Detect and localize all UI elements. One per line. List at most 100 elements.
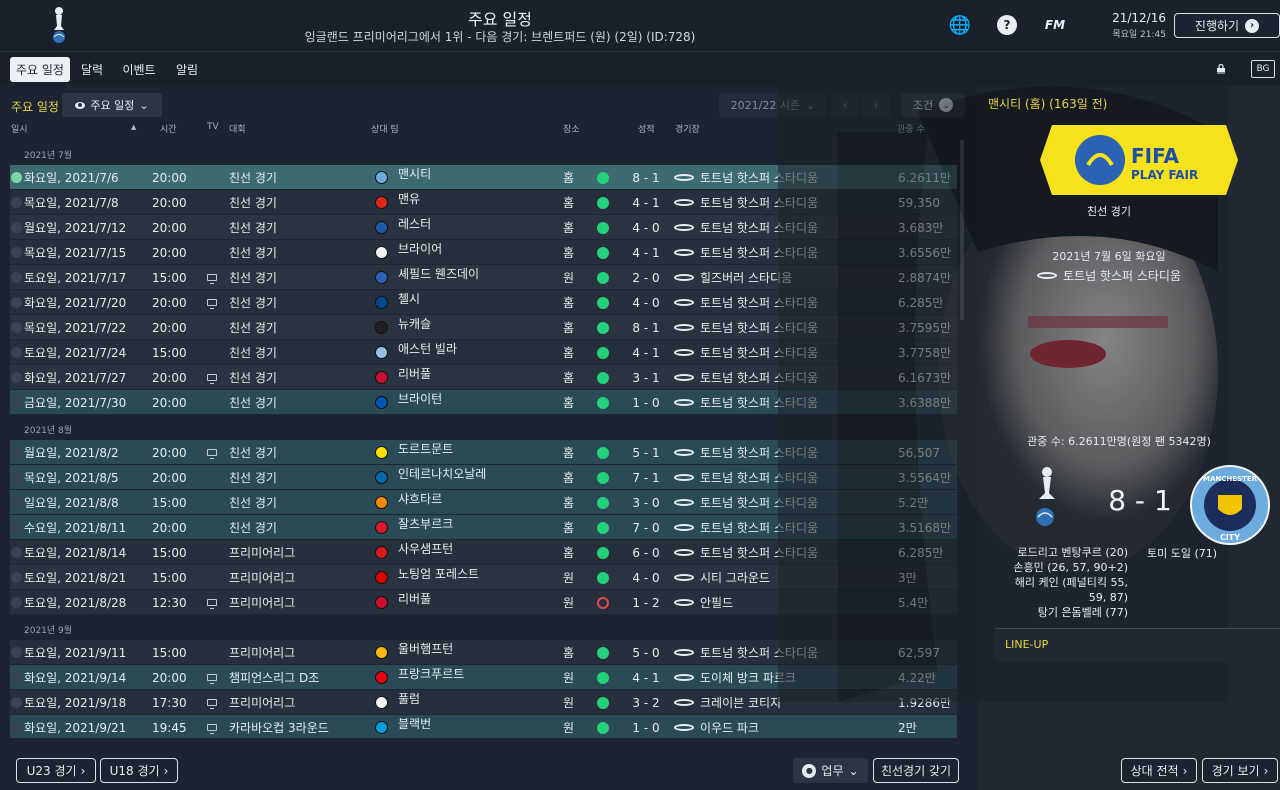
fixture-score[interactable]: 6 - 0	[626, 540, 666, 565]
fixture-opponent[interactable]: 도르트문트	[398, 436, 453, 461]
u23-matches-button[interactable]: U23 경기 ›	[16, 758, 96, 783]
fixture-competition[interactable]: 친선 경기	[229, 490, 277, 515]
select-checkbox[interactable]	[10, 490, 22, 515]
fixture-score[interactable]: 7 - 1	[626, 465, 666, 490]
select-checkbox[interactable]	[10, 565, 22, 590]
select-checkbox[interactable]	[10, 290, 22, 315]
fixture-opponent[interactable]: 첼시	[398, 286, 420, 311]
select-checkbox[interactable]	[10, 690, 22, 715]
fixture-competition[interactable]: 친선 경기	[229, 465, 277, 490]
fixture-opponent[interactable]: 샤흐타르	[398, 486, 442, 511]
select-checkbox[interactable]	[10, 265, 22, 290]
fixture-row[interactable]: 토요일, 2021/7/17 15:00 친선 경기 셰필드 웬즈데이 원 2 - 0 힐즈…	[10, 265, 957, 290]
fixture-opponent[interactable]: 맨시티	[398, 161, 431, 186]
arrange-friendly-button[interactable]: 친선경기 갖기	[873, 758, 959, 783]
view-dropdown[interactable]: 주요 일정 ⌄	[62, 93, 162, 117]
fixture-competition[interactable]: 친선 경기	[229, 515, 277, 540]
select-checkbox[interactable]	[10, 390, 22, 415]
fixture-competition[interactable]: 프리미어리그	[229, 690, 295, 715]
fixture-opponent[interactable]: 뉴캐슬	[398, 311, 431, 336]
sort-asc-icon[interactable]: ▲	[131, 123, 136, 131]
select-checkbox[interactable]	[10, 365, 22, 390]
fixture-row[interactable]: 목요일, 2021/8/5 20:00 친선 경기 인테르나치오날레 홈 7 - 1 토트넘…	[10, 465, 957, 490]
fixture-row[interactable]: 토요일, 2021/9/11 15:00 프리미어리그 울버햄프턴 홈 5 - 0 토트넘 …	[10, 640, 957, 665]
fixture-score[interactable]: 4 - 1	[626, 340, 666, 365]
fixture-score[interactable]: 3 - 0	[626, 490, 666, 515]
fixture-row[interactable]: 화요일, 2021/9/21 19:45 카라바오컵 3라운드 블랙번 원 1 - 0 이우…	[10, 715, 957, 738]
fixture-competition[interactable]: 친선 경기	[229, 190, 277, 215]
scrollbar[interactable]	[960, 140, 964, 320]
u18-matches-button[interactable]: U18 경기 ›	[100, 758, 178, 783]
fixture-competition[interactable]: 프리미어리그	[229, 565, 295, 590]
fixture-row[interactable]: 토요일, 2021/7/24 15:00 친선 경기 애스턴 빌라 홈 4 - 1 토트넘 …	[10, 340, 957, 365]
fixture-row[interactable]: 토요일, 2021/9/18 17:30 프리미어리그 풀럼 원 3 - 2 크레이븐 코티…	[10, 690, 957, 715]
select-checkbox[interactable]	[10, 515, 22, 540]
fixture-score[interactable]: 8 - 1	[626, 315, 666, 340]
fixture-competition[interactable]: 친선 경기	[229, 390, 277, 415]
tab-alerts[interactable]: 알림	[170, 57, 204, 82]
fixture-score[interactable]: 1 - 2	[626, 590, 666, 615]
fixture-opponent[interactable]: 리버풀	[398, 361, 431, 386]
fixture-row[interactable]: 토요일, 2021/8/21 15:00 프리미어리그 노팅엄 포레스트 원 4 - 0시…	[10, 565, 957, 590]
fixture-competition[interactable]: 프리미어리그	[229, 540, 295, 565]
fixture-row[interactable]: 토요일, 2021/8/14 15:00 프리미어리그 사우샘프턴 홈 6 - 0 토트넘 …	[10, 540, 957, 565]
fixture-opponent[interactable]: 풀럼	[398, 686, 420, 711]
next-season-button[interactable]: ›	[862, 93, 890, 117]
fixture-score[interactable]: 4 - 0	[626, 290, 666, 315]
fixture-competition[interactable]: 프리미어리그	[229, 590, 295, 615]
select-checkbox[interactable]	[10, 440, 22, 465]
column-opponent[interactable]: 상대 팀	[371, 122, 399, 135]
fixture-score[interactable]: 2 - 0	[626, 265, 666, 290]
fixture-competition[interactable]: 카라바오컵 3라운드	[229, 715, 329, 738]
fixture-opponent[interactable]: 노팅엄 포레스트	[398, 561, 479, 586]
select-checkbox[interactable]	[10, 465, 22, 490]
help-icon[interactable]: ?	[997, 15, 1017, 35]
fixture-row[interactable]: 목요일, 2021/7/15 20:00 친선 경기 브라이어 홈 4 - 1 토트넘 핫스…	[10, 240, 957, 265]
select-checkbox[interactable]	[10, 215, 22, 240]
fixture-score[interactable]: 3 - 2	[626, 690, 666, 715]
fixture-competition[interactable]: 친선 경기	[229, 315, 277, 340]
fixture-score[interactable]: 8 - 1	[626, 165, 666, 190]
fixture-score[interactable]: 4 - 1	[626, 665, 666, 690]
select-checkbox[interactable]	[10, 340, 22, 365]
column-date[interactable]: 일시	[11, 122, 28, 135]
fixture-opponent[interactable]: 브라이어	[398, 236, 442, 261]
fixture-row[interactable]: 화요일, 2021/9/14 20:00 챔피언스리그 D조 프랑크푸르트 원 4 - 1…	[10, 665, 957, 690]
fixture-score[interactable]: 5 - 1	[626, 440, 666, 465]
fixture-competition[interactable]: 프리미어리그	[229, 640, 295, 665]
tab-calendar[interactable]: 달력	[74, 57, 110, 82]
column-time[interactable]: 시간	[160, 122, 177, 135]
fixture-score[interactable]: 5 - 0	[626, 640, 666, 665]
fixture-row[interactable]: 금요일, 2021/7/30 20:00 친선 경기 브라이턴 홈 1 - 0 토트넘 핫스…	[10, 390, 957, 415]
fixture-opponent[interactable]: 울버햄프턴	[398, 636, 453, 661]
fixture-competition[interactable]: 친선 경기	[229, 340, 277, 365]
lineup-tab[interactable]: LINE-UP	[995, 628, 1280, 662]
fixture-opponent[interactable]: 셰필드 웬즈데이	[398, 261, 479, 286]
tab-schedule[interactable]: 주요 일정	[10, 57, 70, 82]
select-checkbox[interactable]	[10, 640, 22, 665]
fixture-competition[interactable]: 친선 경기	[229, 365, 277, 390]
background-toggle-icon[interactable]: BG	[1251, 60, 1275, 78]
tottenham-crest-icon[interactable]	[1031, 463, 1063, 533]
fixture-row[interactable]: 화요일, 2021/7/20 20:00 친선 경기 첼시 홈 4 - 0 토트넘 핫스퍼 …	[10, 290, 957, 315]
column-competition[interactable]: 대회	[229, 122, 246, 135]
fixture-score[interactable]: 4 - 0	[626, 565, 666, 590]
fixture-competition[interactable]: 친선 경기	[229, 290, 277, 315]
season-dropdown[interactable]: 2021/22 시즌 ⌄	[719, 93, 827, 117]
fixture-row[interactable]: 일요일, 2021/8/8 15:00 친선 경기 샤흐타르 홈 3 - 0 토트넘 핫스퍼…	[10, 490, 957, 515]
man-city-crest-icon[interactable]: MANCHESTER CITY	[1190, 465, 1270, 545]
fixture-row[interactable]: 월요일, 2021/7/12 20:00 친선 경기 레스터 홈 4 - 0 토트넘 핫스퍼…	[10, 215, 957, 240]
fixture-competition[interactable]: 친선 경기	[229, 215, 277, 240]
select-checkbox[interactable]	[10, 715, 22, 738]
fixture-row[interactable]: 목요일, 2021/7/22 20:00 친선 경기 뉴캐슬 홈 8 - 1 토트넘 핫스퍼…	[10, 315, 957, 340]
view-match-button[interactable]: 경기 보기 ›	[1202, 758, 1278, 783]
select-checkbox[interactable]	[10, 190, 22, 215]
select-checkbox[interactable]	[10, 665, 22, 690]
select-checkbox[interactable]	[10, 165, 22, 190]
fixture-opponent[interactable]: 리버풀	[398, 586, 431, 611]
continue-button[interactable]: 진행하기 ›	[1174, 13, 1280, 38]
column-stadium[interactable]: 경기장	[675, 122, 700, 135]
fixture-opponent[interactable]: 인테르나치오날레	[398, 461, 486, 486]
fixture-competition[interactable]: 친선 경기	[229, 165, 277, 190]
fixture-opponent[interactable]: 사우샘프턴	[398, 536, 453, 561]
